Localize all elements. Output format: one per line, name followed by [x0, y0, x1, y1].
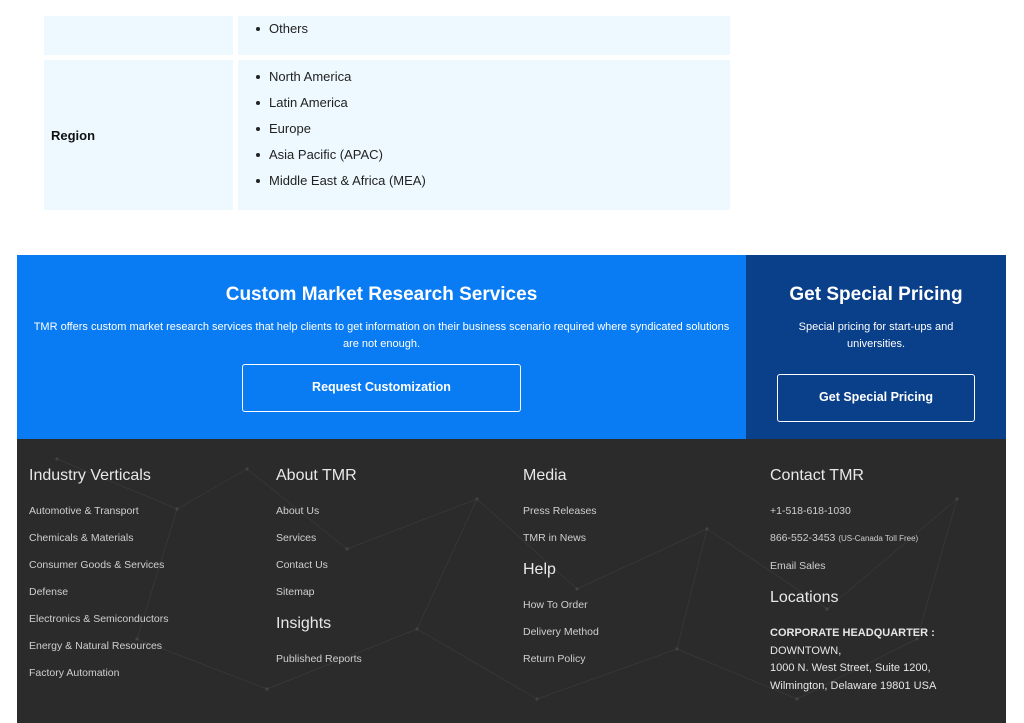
footer-link-automotive[interactable]: Automotive & Transport	[29, 503, 264, 519]
special-pricing-panel: Get Special Pricing Special pricing for …	[746, 255, 1006, 439]
toll-free-phone-link[interactable]: 866-552-3453 (US-Canada Toll Free)	[770, 530, 1005, 547]
hq-address-line: Wilmington, Delaware 19801 USA	[770, 679, 937, 692]
custom-research-text: TMR offers custom market research servic…	[33, 321, 730, 350]
phone-link[interactable]: +1-518-618-1030	[770, 503, 1005, 519]
about-tmr-heading: About TMR	[276, 467, 357, 484]
special-pricing-text: Special pricing for start-ups and univer…	[798, 321, 954, 350]
insights-heading: Insights	[276, 615, 332, 632]
custom-research-panel: Custom Market Research Services TMR offe…	[17, 255, 746, 439]
segmentation-table: Others Region North America Latin Americ…	[44, 16, 730, 215]
media-heading: Media	[523, 467, 567, 484]
industry-verticals-heading: Industry Verticals	[29, 467, 151, 484]
footer-link-tmr-in-news[interactable]: TMR in News	[523, 530, 758, 546]
footer-link-contact-us[interactable]: Contact Us	[276, 557, 511, 573]
locations-heading: Locations	[770, 589, 839, 606]
list-item: Latin America	[254, 93, 730, 119]
request-customization-button[interactable]: Request Customization	[242, 364, 521, 412]
special-pricing-title: Get Special Pricing	[789, 284, 963, 305]
row-label	[44, 16, 233, 55]
footer-link-return-policy[interactable]: Return Policy	[523, 651, 758, 667]
footer-link-energy[interactable]: Energy & Natural Resources	[29, 638, 264, 654]
help-heading: Help	[523, 561, 556, 578]
footer-link-about-us[interactable]: About Us	[276, 503, 511, 519]
hq-label: CORPORATE HEADQUARTER :	[770, 627, 935, 639]
list-item: Middle East & Africa (MEA)	[254, 171, 730, 197]
table-row: Region North America Latin America Europ…	[44, 60, 730, 210]
footer-link-sitemap[interactable]: Sitemap	[276, 584, 511, 600]
list-item: North America	[254, 67, 730, 93]
footer-col-industry: Industry Verticals Automotive & Transpor…	[29, 466, 264, 692]
footer-link-how-to-order[interactable]: How To Order	[523, 597, 758, 613]
footer-link-defense[interactable]: Defense	[29, 584, 264, 600]
footer-link-electronics[interactable]: Electronics & Semiconductors	[29, 611, 264, 627]
list-item: Others	[254, 19, 730, 45]
footer-col-contact: Contact TMR +1-518-618-1030 866-552-3453…	[770, 466, 1005, 695]
toll-free-note: (US-Canada Toll Free)	[838, 534, 919, 543]
hq-address-line: 1000 N. West Street, Suite 1200,	[770, 662, 931, 674]
toll-free-number: 866-552-3453	[770, 532, 836, 544]
footer-link-press-releases[interactable]: Press Releases	[523, 503, 758, 519]
site-footer: Industry Verticals Automotive & Transpor…	[17, 439, 1006, 723]
footer-link-chemicals[interactable]: Chemicals & Materials	[29, 530, 264, 546]
hq-address-line: DOWNTOWN,	[770, 644, 842, 657]
hq-address: CORPORATE HEADQUARTER : DOWNTOWN, 1000 N…	[770, 625, 1005, 695]
footer-col-about: About TMR About Us Services Contact Us S…	[276, 466, 511, 678]
row-values: Others	[238, 16, 730, 55]
footer-link-published-reports[interactable]: Published Reports	[276, 651, 511, 667]
custom-research-title: Custom Market Research Services	[225, 284, 538, 305]
get-special-pricing-button[interactable]: Get Special Pricing	[777, 374, 975, 422]
footer-link-delivery-method[interactable]: Delivery Method	[523, 624, 758, 640]
footer-col-media: Media Press Releases TMR in News Help Ho…	[523, 466, 758, 678]
list-item: Europe	[254, 119, 730, 145]
cta-band: Custom Market Research Services TMR offe…	[17, 255, 1006, 439]
footer-link-consumer-goods[interactable]: Consumer Goods & Services	[29, 557, 264, 573]
footer-link-services[interactable]: Services	[276, 530, 511, 546]
row-values: North America Latin America Europe Asia …	[238, 60, 730, 210]
table-row: Others	[44, 16, 730, 55]
contact-tmr-heading: Contact TMR	[770, 467, 864, 484]
email-sales-link[interactable]: Email Sales	[770, 558, 1005, 574]
row-label-region: Region	[44, 60, 233, 210]
footer-link-factory-automation[interactable]: Factory Automation	[29, 665, 264, 681]
list-item: Asia Pacific (APAC)	[254, 145, 730, 171]
